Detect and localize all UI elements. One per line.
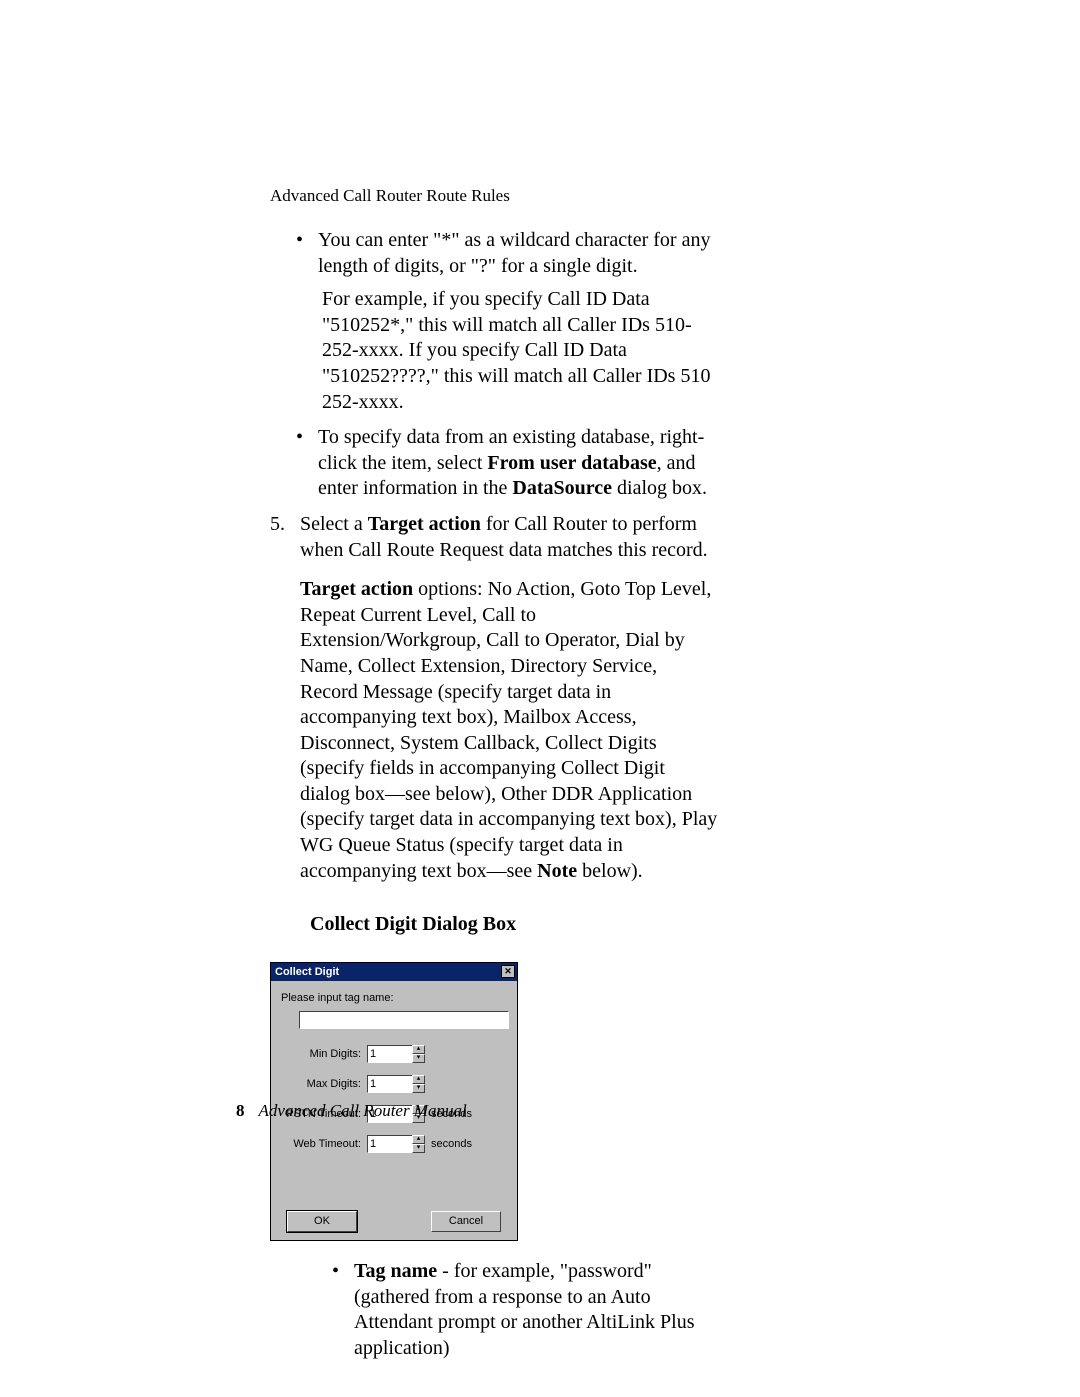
dialog-button-row: OK Cancel <box>281 1165 507 1232</box>
collect-digit-heading: Collect Digit Dialog Box <box>310 912 718 938</box>
note-bold: Note <box>537 860 577 882</box>
cancel-button[interactable]: Cancel <box>431 1211 501 1232</box>
web-timeout-stepper[interactable]: 1 ▴ ▾ <box>367 1135 425 1153</box>
page-footer: 8 Advanced Call Router Manual <box>236 1101 467 1121</box>
max-digits-label: Max Digits: <box>281 1077 367 1091</box>
bullet-wildcard: You can enter "*" as a wildcard characte… <box>314 228 718 415</box>
tag-name-prompt: Please input tag name: <box>281 991 507 1005</box>
web-timeout-unit: seconds <box>431 1137 472 1151</box>
spin-up-icon[interactable]: ▴ <box>412 1135 425 1144</box>
step-5-pre: Select a <box>300 513 368 535</box>
web-timeout-row: Web Timeout: 1 ▴ ▾ seconds <box>281 1135 507 1153</box>
bullet-database-post: dialog box. <box>612 477 707 499</box>
max-digits-value[interactable]: 1 <box>367 1075 413 1093</box>
bullet-wildcard-example: For example, if you specify Call ID Data… <box>322 287 718 415</box>
dialog-titlebar: Collect Digit ✕ <box>271 963 517 981</box>
min-digits-row: Min Digits: 1 ▴ ▾ <box>281 1045 507 1063</box>
bullet-wildcard-text: You can enter "*" as a wildcard characte… <box>318 229 710 277</box>
max-digits-row: Max Digits: 1 ▴ ▾ <box>281 1075 507 1093</box>
page-number: 8 <box>236 1101 245 1120</box>
running-head: Advanced Call Router Route Rules <box>270 186 510 206</box>
min-digits-value[interactable]: 1 <box>367 1045 413 1063</box>
step-5-bold: Target action <box>368 513 481 535</box>
spin-down-icon[interactable]: ▾ <box>412 1144 425 1153</box>
spin-down-icon[interactable]: ▾ <box>412 1084 425 1093</box>
bullet-list-1: You can enter "*" as a wildcard characte… <box>270 228 718 502</box>
spin-up-icon[interactable]: ▴ <box>412 1045 425 1054</box>
tag-name-bold: Tag name <box>354 1260 437 1282</box>
step-5-number: 5. <box>270 512 285 538</box>
step-5: 5. Select a Target action for Call Route… <box>270 512 718 563</box>
footer-title: Advanced Call Router Manual <box>259 1101 467 1120</box>
bullet-tag-name: Tag name - for example, "password" (gath… <box>354 1259 718 1361</box>
numbered-steps: 5. Select a Target action for Call Route… <box>270 512 718 563</box>
web-timeout-value[interactable]: 1 <box>367 1135 413 1153</box>
bullet-database-bold1: From user database <box>487 452 656 474</box>
web-timeout-label: Web Timeout: <box>281 1137 367 1151</box>
document-page: Advanced Call Router Route Rules You can… <box>0 0 1080 1397</box>
min-digits-label: Min Digits: <box>281 1047 367 1061</box>
spin-up-icon[interactable]: ▴ <box>412 1075 425 1084</box>
spin-down-icon[interactable]: ▾ <box>412 1054 425 1063</box>
target-action-bold: Target action <box>300 578 413 600</box>
ok-button[interactable]: OK <box>287 1211 357 1232</box>
target-action-mid: options: No Action, Goto Top Level, Repe… <box>300 578 717 882</box>
bullet-database-bold2: DataSource <box>512 477 612 499</box>
dialog-title: Collect Digit <box>275 965 339 979</box>
max-digits-stepper[interactable]: 1 ▴ ▾ <box>367 1075 425 1093</box>
bullet-database: To specify data from an existing databas… <box>314 425 718 502</box>
page-content: You can enter "*" as a wildcard characte… <box>270 228 718 1361</box>
min-digits-stepper[interactable]: 1 ▴ ▾ <box>367 1045 425 1063</box>
tag-name-input[interactable] <box>299 1011 509 1029</box>
target-action-post: below). <box>577 860 643 882</box>
close-icon[interactable]: ✕ <box>501 965 515 978</box>
target-action-paragraph: Target action options: No Action, Goto T… <box>300 577 718 884</box>
bullet-list-2: Tag name - for example, "password" (gath… <box>270 1259 718 1361</box>
